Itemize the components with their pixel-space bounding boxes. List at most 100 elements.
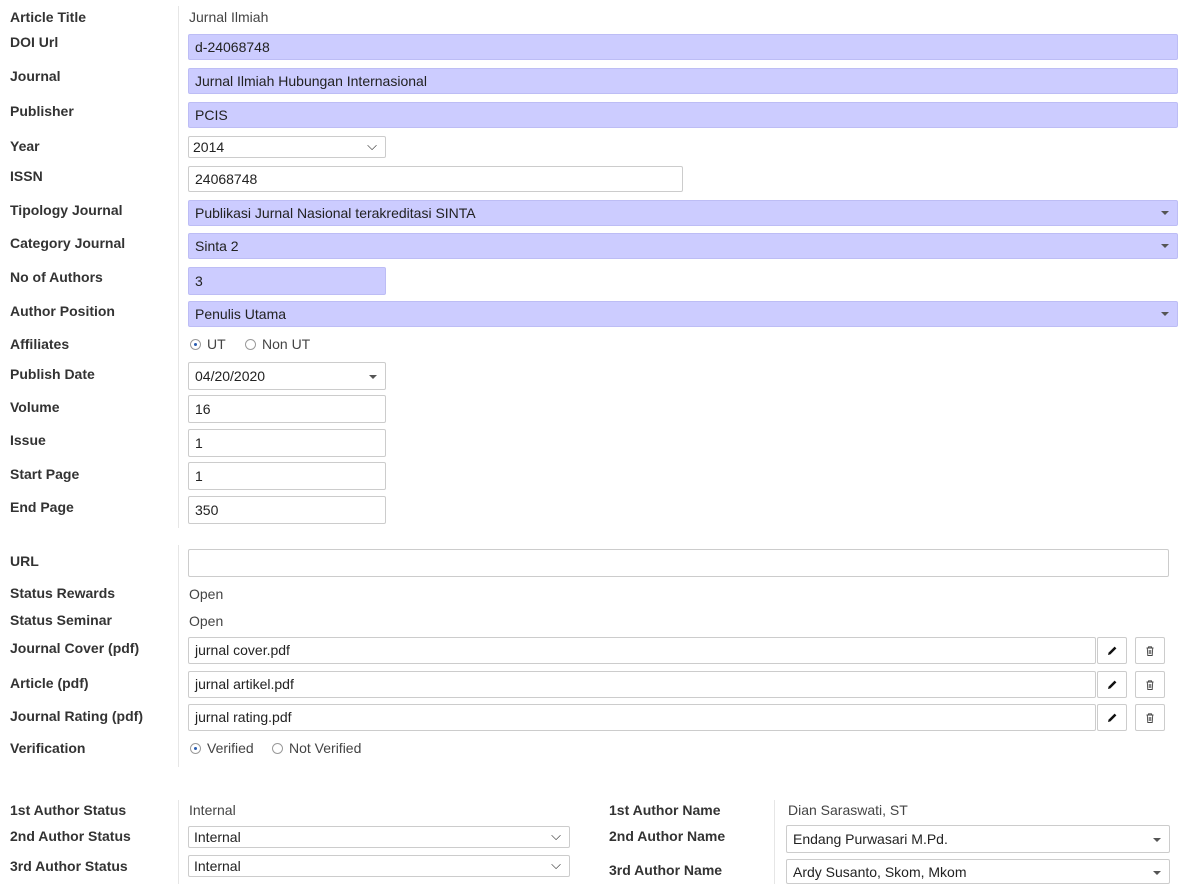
author3-status-value: Internal xyxy=(194,858,241,874)
caret-down-icon xyxy=(369,375,377,379)
section-divider xyxy=(178,6,179,528)
status-rewards-value: Open xyxy=(189,586,224,602)
author1-status-value: Internal xyxy=(189,802,236,818)
start-page-input[interactable]: 1 xyxy=(188,462,386,490)
caret-down-icon xyxy=(1161,312,1169,316)
pencil-icon xyxy=(1108,680,1117,689)
author2-status-value: Internal xyxy=(194,829,241,845)
affiliates-radio-ut[interactable]: UT xyxy=(190,336,226,352)
delete-article-button[interactable] xyxy=(1135,671,1165,698)
article-pdf-file[interactable]: jurnal artikel.pdf xyxy=(188,671,1096,698)
chevron-down-icon: ⌵ xyxy=(551,828,561,843)
delete-journal-cover-button[interactable] xyxy=(1135,637,1165,664)
issue-label: Issue xyxy=(10,432,46,448)
author3-name-select[interactable]: Ardy Susanto, Skom, Mkom xyxy=(786,859,1170,884)
author-position-value: Penulis Utama xyxy=(195,306,287,322)
caret-down-icon xyxy=(1161,244,1169,248)
author3-name-value: Ardy Susanto, Skom, Mkom xyxy=(793,864,967,880)
issn-input[interactable]: 24068748 xyxy=(188,166,683,192)
author2-status-select[interactable]: Internal ⌵ xyxy=(188,826,570,848)
tipology-journal-label: Tipology Journal xyxy=(10,202,123,218)
caret-down-icon xyxy=(1161,211,1169,215)
author3-status-select[interactable]: Internal ⌵ xyxy=(188,855,570,877)
affiliates-label: Affiliates xyxy=(10,336,70,352)
doi-url-label: DOI Url xyxy=(10,34,59,50)
journal-rating-label: Journal Rating (pdf) xyxy=(10,708,143,724)
year-label: Year xyxy=(10,138,40,154)
edit-article-button[interactable] xyxy=(1097,671,1127,698)
verification-option-verified: Verified xyxy=(207,740,254,756)
url-input[interactable] xyxy=(188,549,1169,577)
category-journal-value: Sinta 2 xyxy=(195,238,239,254)
end-page-label: End Page xyxy=(10,499,74,515)
tipology-journal-select[interactable]: Publikasi Jurnal Nasional terakreditasi … xyxy=(188,200,1178,226)
end-page-input[interactable]: 350 xyxy=(188,496,386,524)
author3-status-label: 3rd Author Status xyxy=(10,858,128,874)
no-of-authors-label: No of Authors xyxy=(10,269,103,285)
edit-journal-rating-button[interactable] xyxy=(1097,704,1127,731)
author-position-label: Author Position xyxy=(10,303,115,319)
author1-status-label: 1st Author Status xyxy=(10,802,127,818)
trash-icon xyxy=(1146,679,1154,690)
category-journal-label: Category Journal xyxy=(10,235,126,251)
section-divider xyxy=(178,800,179,884)
edit-journal-cover-button[interactable] xyxy=(1097,637,1127,664)
category-journal-select[interactable]: Sinta 2 xyxy=(188,233,1178,259)
affiliates-option-non-ut: Non UT xyxy=(262,336,311,352)
url-label: URL xyxy=(10,553,39,569)
status-seminar-value: Open xyxy=(189,613,224,629)
issn-label: ISSN xyxy=(10,168,43,184)
section-divider xyxy=(774,800,775,884)
article-title-label: Article Title xyxy=(10,9,86,25)
status-seminar-label: Status Seminar xyxy=(10,612,112,628)
verification-radio-verified[interactable]: Verified xyxy=(190,740,254,756)
pencil-icon xyxy=(1108,713,1117,722)
author2-name-label: 2nd Author Name xyxy=(609,828,726,844)
doi-url-input[interactable]: d-24068748 xyxy=(188,34,1178,60)
article-title-value: Jurnal Ilmiah xyxy=(189,9,269,25)
author2-status-label: 2nd Author Status xyxy=(10,828,131,844)
no-of-authors-input[interactable]: 3 xyxy=(188,267,386,295)
radio-selected-icon xyxy=(190,338,201,350)
year-value: 2014 xyxy=(193,139,225,155)
radio-unselected-icon xyxy=(245,338,256,350)
verification-option-not-verified: Not Verified xyxy=(289,740,362,756)
start-page-label: Start Page xyxy=(10,466,80,482)
publish-date-label: Publish Date xyxy=(10,366,95,382)
year-select[interactable]: 2014 ⌵ xyxy=(188,136,386,158)
article-pdf-label: Article (pdf) xyxy=(10,675,89,691)
chevron-down-icon: ⌵ xyxy=(551,857,561,872)
author2-name-select[interactable]: Endang Purwasari M.Pd. xyxy=(786,825,1170,853)
pencil-icon xyxy=(1108,646,1117,655)
volume-label: Volume xyxy=(10,399,60,415)
affiliates-radio-non-ut[interactable]: Non UT xyxy=(245,336,310,352)
author3-name-label: 3rd Author Name xyxy=(609,862,723,878)
trash-icon xyxy=(1146,645,1154,656)
publish-date-value: 04/20/2020 xyxy=(195,368,266,384)
radio-unselected-icon xyxy=(272,742,283,754)
journal-rating-file[interactable]: jurnal rating.pdf xyxy=(188,704,1096,731)
caret-down-icon xyxy=(1153,871,1161,875)
journal-cover-label: Journal Cover (pdf) xyxy=(10,640,140,656)
chevron-down-icon: ⌵ xyxy=(367,138,377,153)
radio-selected-icon xyxy=(190,742,201,754)
section-divider xyxy=(178,545,179,767)
volume-input[interactable]: 16 xyxy=(188,395,386,423)
verification-radio-not-verified[interactable]: Not Verified xyxy=(272,740,361,756)
journal-input[interactable]: Jurnal Ilmiah Hubungan Internasional xyxy=(188,68,1178,94)
publisher-label: Publisher xyxy=(10,103,74,119)
author-position-select[interactable]: Penulis Utama xyxy=(188,301,1178,327)
publish-date-picker[interactable]: 04/20/2020 xyxy=(188,362,386,390)
journal-label: Journal xyxy=(10,68,61,84)
issue-input[interactable]: 1 xyxy=(188,429,386,457)
author1-name-label: 1st Author Name xyxy=(609,802,721,818)
trash-icon xyxy=(1146,712,1154,723)
affiliates-option-ut: UT xyxy=(207,336,226,352)
publisher-input[interactable]: PCIS xyxy=(188,102,1178,128)
author1-name-value: Dian Saraswati, ST xyxy=(788,802,908,818)
status-rewards-label: Status Rewards xyxy=(10,585,116,601)
author2-name-value: Endang Purwasari M.Pd. xyxy=(793,831,948,847)
delete-journal-rating-button[interactable] xyxy=(1135,704,1165,731)
journal-cover-file[interactable]: jurnal cover.pdf xyxy=(188,637,1096,664)
tipology-journal-value: Publikasi Jurnal Nasional terakreditasi … xyxy=(195,205,476,221)
